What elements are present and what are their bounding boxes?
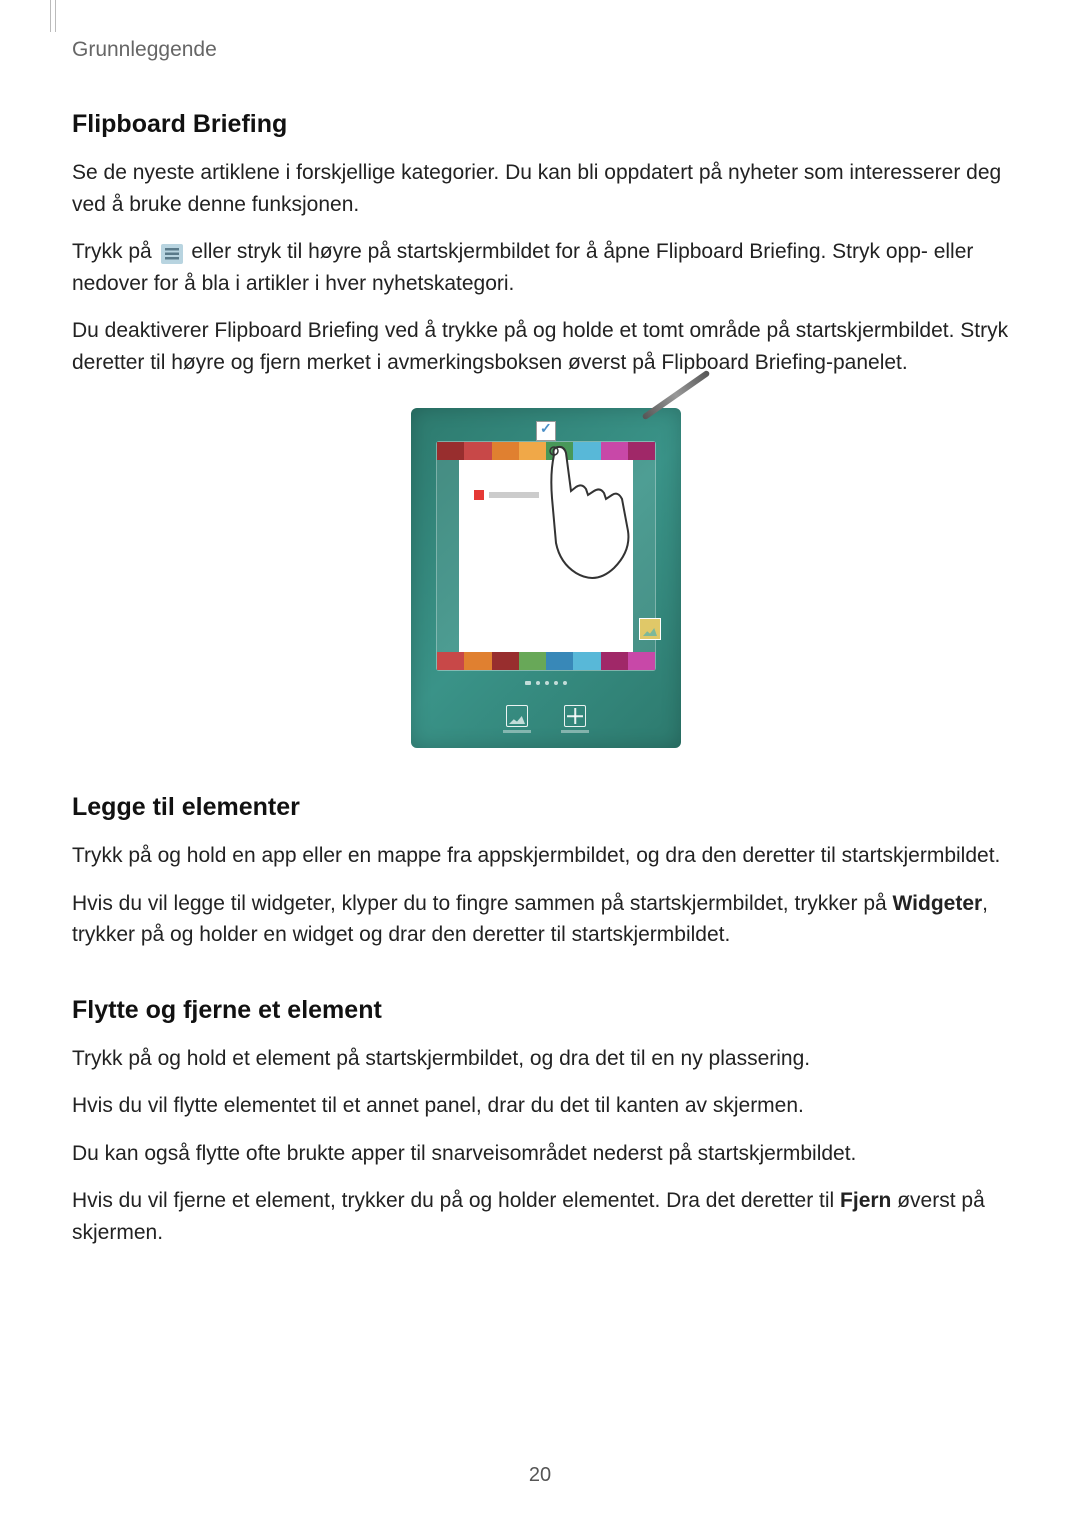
checkbox-icon xyxy=(536,421,556,441)
add-elements-heading: Legge til elementer xyxy=(72,793,1020,822)
text-fragment: Hvis du vil fjerne et element, trykker d… xyxy=(72,1189,840,1212)
white-card xyxy=(459,460,633,654)
briefing-text-placeholder xyxy=(489,492,539,498)
move-remove-p4: Hvis du vil fjerne et element, trykker d… xyxy=(72,1185,1020,1248)
breadcrumb: Grunnleggende xyxy=(72,38,217,62)
color-strip-bottom xyxy=(437,652,655,670)
picture-icon xyxy=(639,618,661,640)
text-fragment: eller stryk til høyre på startskjermbild… xyxy=(72,240,973,295)
flipboard-p1: Se de nyeste artiklene i forskjellige ka… xyxy=(72,157,1020,220)
move-remove-p1: Trykk på og hold et element på startskje… xyxy=(72,1043,1020,1075)
illustration-container xyxy=(72,408,1020,748)
move-remove-p2: Hvis du vil flytte elementet til et anne… xyxy=(72,1090,1020,1122)
page-content: Flipboard Briefing Se de nyeste artiklen… xyxy=(72,110,1020,1264)
fjern-bold: Fjern xyxy=(840,1189,891,1212)
widgets-option xyxy=(561,705,589,733)
color-strip-top xyxy=(437,442,655,460)
page-dots xyxy=(426,681,666,685)
add-elements-p2: Hvis du vil legge til widgeter, klyper d… xyxy=(72,888,1020,951)
page-tab-marker xyxy=(50,0,56,32)
move-remove-heading: Flytte og fjerne et element xyxy=(72,996,1020,1025)
text-fragment: Trykk på xyxy=(72,240,158,263)
panel-preview xyxy=(436,441,656,671)
flipboard-p3: Du deaktiverer Flipboard Briefing ved å … xyxy=(72,315,1020,378)
add-elements-p1: Trykk på og hold en app eller en mappe f… xyxy=(72,840,1020,872)
widgets-bold: Widgeter xyxy=(893,892,983,915)
flipboard-icon xyxy=(474,490,484,500)
move-remove-p3: Du kan også flytte ofte brukte apper til… xyxy=(72,1138,1020,1170)
hamburger-menu-icon xyxy=(161,242,183,262)
page-number: 20 xyxy=(0,1464,1080,1487)
tablet-illustration xyxy=(411,408,681,748)
flipboard-p2: Trykk på eller stryk til høyre på starts… xyxy=(72,236,1020,299)
grid-icon xyxy=(564,705,586,727)
wallpaper-option xyxy=(503,705,531,733)
flipboard-heading: Flipboard Briefing xyxy=(72,110,1020,139)
text-fragment: Hvis du vil legge til widgeter, klyper d… xyxy=(72,892,893,915)
image-icon xyxy=(506,705,528,727)
briefing-label xyxy=(474,490,539,500)
bottom-icons-row xyxy=(426,705,666,733)
